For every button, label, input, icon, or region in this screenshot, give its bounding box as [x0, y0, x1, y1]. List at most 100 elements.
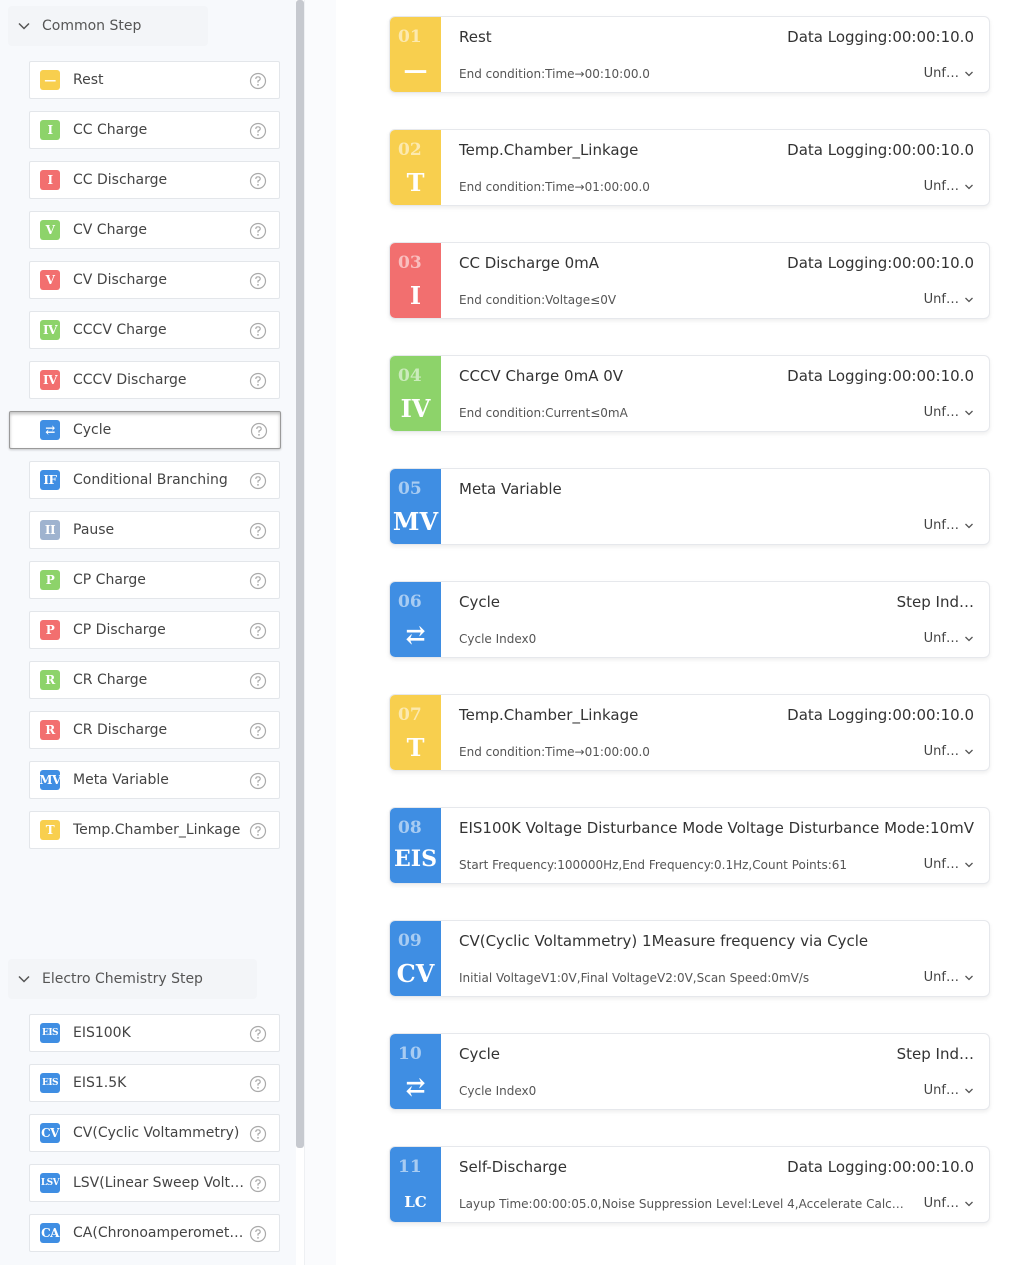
step-card[interactable]: 06 ⇄ Cycle Step Ind… Cycle Index0 Unf…	[389, 581, 990, 658]
step-logging-info: Data Logging:00:00:10.0	[787, 706, 974, 724]
palette-item-cr-discharge[interactable]: R CR Discharge	[29, 711, 280, 749]
step-status-label: Unf…	[923, 857, 959, 872]
palette-item-meta-variable[interactable]: MV Meta Variable	[29, 761, 280, 799]
common-step-header[interactable]: Common Step	[8, 6, 208, 46]
electro-chemistry-step-header[interactable]: Electro Chemistry Step	[8, 959, 257, 999]
lsv-icon: LSV	[40, 1173, 60, 1193]
help-icon[interactable]	[249, 622, 267, 640]
step-card[interactable]: 09 CV CV(Cyclic Voltammetry) 1Measure freq…	[389, 920, 990, 997]
cccv-charge-icon: IV	[40, 320, 60, 340]
help-icon[interactable]	[249, 372, 267, 390]
step-number: 05	[398, 479, 422, 499]
palette-item-label: CC Discharge	[73, 172, 168, 188]
palette-item-label: CA(Chronoamperometry)	[73, 1225, 245, 1241]
help-icon[interactable]	[249, 822, 267, 840]
palette-item-label: CV Charge	[73, 222, 148, 238]
step-status-dropdown[interactable]: Unf…	[924, 405, 974, 420]
step-status-dropdown[interactable]: Unf…	[924, 631, 974, 646]
palette-item-label: CV(Cyclic Voltammetry)	[73, 1125, 240, 1141]
help-icon[interactable]	[249, 1225, 267, 1243]
palette-item-label: Conditional Branching	[73, 472, 228, 488]
help-icon[interactable]	[249, 1125, 267, 1143]
help-icon[interactable]	[249, 472, 267, 490]
help-icon[interactable]	[249, 672, 267, 690]
palette-item-pause[interactable]: II Pause	[29, 511, 280, 549]
eis-icon: EIS	[40, 1073, 60, 1093]
step-number: 08	[398, 818, 422, 838]
step-card[interactable]: 05 MV Meta Variable Unf…	[389, 468, 990, 545]
step-card[interactable]: 04 IV CCCV Charge 0mA 0V Data Logging:00:00…	[389, 355, 990, 432]
help-icon[interactable]	[250, 422, 268, 440]
palette-item-label: CCCV Discharge	[73, 372, 187, 388]
palette-item-cccv-discharge[interactable]: IV CCCV Discharge	[29, 361, 280, 399]
step-card[interactable]: 03 I CC Discharge 0mA Data Logging:00:00:10…	[389, 242, 990, 319]
help-icon[interactable]	[249, 222, 267, 240]
step-status-dropdown[interactable]: Unf…	[924, 970, 974, 985]
palette-item-cv-discharge[interactable]: V CV Discharge	[29, 261, 280, 299]
palette-item-eis1-5k[interactable]: EIS EIS1.5K	[29, 1064, 280, 1102]
help-icon[interactable]	[249, 322, 267, 340]
step-status-dropdown[interactable]: Unf…	[924, 1196, 974, 1211]
palette-item-cccv-charge[interactable]: IV CCCV Charge	[29, 311, 280, 349]
palette-item-cv-charge[interactable]: V CV Charge	[29, 211, 280, 249]
divider-rail	[304, 0, 336, 1265]
help-icon[interactable]	[249, 522, 267, 540]
palette-item-temp-chamber-linkage[interactable]: T Temp.Chamber_Linkage	[29, 811, 280, 849]
help-icon[interactable]	[249, 572, 267, 590]
palette-item-cycle[interactable]: ⇄ Cycle	[9, 411, 281, 449]
help-icon[interactable]	[249, 122, 267, 140]
help-icon[interactable]	[249, 722, 267, 740]
step-card[interactable]: 02 T Temp.Chamber_Linkage Data Logging:00:0…	[389, 129, 990, 206]
palette-item-lsv-linear-sweep-volta[interactable]: LSV LSV(Linear Sweep Volta…	[29, 1164, 280, 1202]
palette-item-label: CR Charge	[73, 672, 148, 688]
step-card[interactable]: 08 EIS EIS100K Voltage Disturbance Mode Vol…	[389, 807, 990, 884]
step-logging-info: Step Ind…	[896, 1045, 974, 1063]
palette-item-cr-charge[interactable]: R CR Charge	[29, 661, 280, 699]
help-icon[interactable]	[249, 72, 267, 90]
help-icon[interactable]	[249, 1025, 267, 1043]
help-icon[interactable]	[249, 172, 267, 190]
step-title: Rest	[459, 28, 492, 46]
help-icon[interactable]	[249, 1175, 267, 1193]
step-status-dropdown[interactable]: Unf…	[924, 518, 974, 533]
palette-item-cv-cyclic-voltammetry[interactable]: CV CV(Cyclic Voltammetry)	[29, 1114, 280, 1152]
palette-item-ca-chronoamperometry[interactable]: CA CA(Chronoamperometry)	[29, 1214, 280, 1252]
palette-scrollbar[interactable]	[296, 0, 304, 1148]
chevron-down-icon	[18, 22, 30, 30]
temp-chamber-icon: T	[406, 733, 425, 762]
palette-item-cc-charge[interactable]: I CC Charge	[29, 111, 280, 149]
step-number: 02	[398, 140, 422, 160]
ca-icon: CA	[40, 1223, 60, 1243]
step-status-dropdown[interactable]: Unf…	[924, 292, 974, 307]
cp-discharge-icon: P	[40, 620, 60, 640]
help-icon[interactable]	[249, 772, 267, 790]
step-card[interactable]: 07 T Temp.Chamber_Linkage Data Logging:00:0…	[389, 694, 990, 771]
self-discharge-icon: LC	[404, 1193, 427, 1211]
eis-icon: EIS	[394, 846, 437, 872]
cr-charge-icon: R	[40, 670, 60, 690]
step-status-dropdown[interactable]: Unf…	[924, 179, 974, 194]
chevron-down-icon	[965, 523, 973, 528]
step-status-dropdown[interactable]: Unf…	[924, 744, 974, 759]
step-title: CCCV Charge 0mA 0V	[459, 367, 624, 385]
palette-item-cc-discharge[interactable]: I CC Discharge	[29, 161, 280, 199]
step-logging-info: Step Ind…	[896, 593, 974, 611]
palette-item-label: Meta Variable	[73, 772, 169, 788]
step-card[interactable]: 01 — Rest Data Logging:00:00:10.0 End condit…	[389, 16, 990, 93]
temp-chamber-icon: T	[406, 168, 425, 197]
chevron-down-icon	[965, 71, 973, 76]
step-status-dropdown[interactable]: Unf…	[924, 1083, 974, 1098]
help-icon[interactable]	[249, 1075, 267, 1093]
help-icon[interactable]	[249, 272, 267, 290]
step-status-label: Unf…	[923, 66, 959, 81]
palette-item-conditional-branching[interactable]: IF Conditional Branching	[29, 461, 280, 499]
palette-item-cp-discharge[interactable]: P CP Discharge	[29, 611, 280, 649]
step-number: 10	[398, 1044, 422, 1064]
step-status-dropdown[interactable]: Unf…	[924, 857, 974, 872]
step-card[interactable]: 11 LC Self-Discharge Data Logging:00:00:10.…	[389, 1146, 990, 1223]
palette-item-rest[interactable]: — Rest	[29, 61, 280, 99]
palette-item-eis100k[interactable]: EIS EIS100K	[29, 1014, 280, 1052]
step-card[interactable]: 10 ⇄ Cycle Step Ind… Cycle Index0 Unf…	[389, 1033, 990, 1110]
step-status-dropdown[interactable]: Unf…	[924, 66, 974, 81]
palette-item-cp-charge[interactable]: P CP Charge	[29, 561, 280, 599]
